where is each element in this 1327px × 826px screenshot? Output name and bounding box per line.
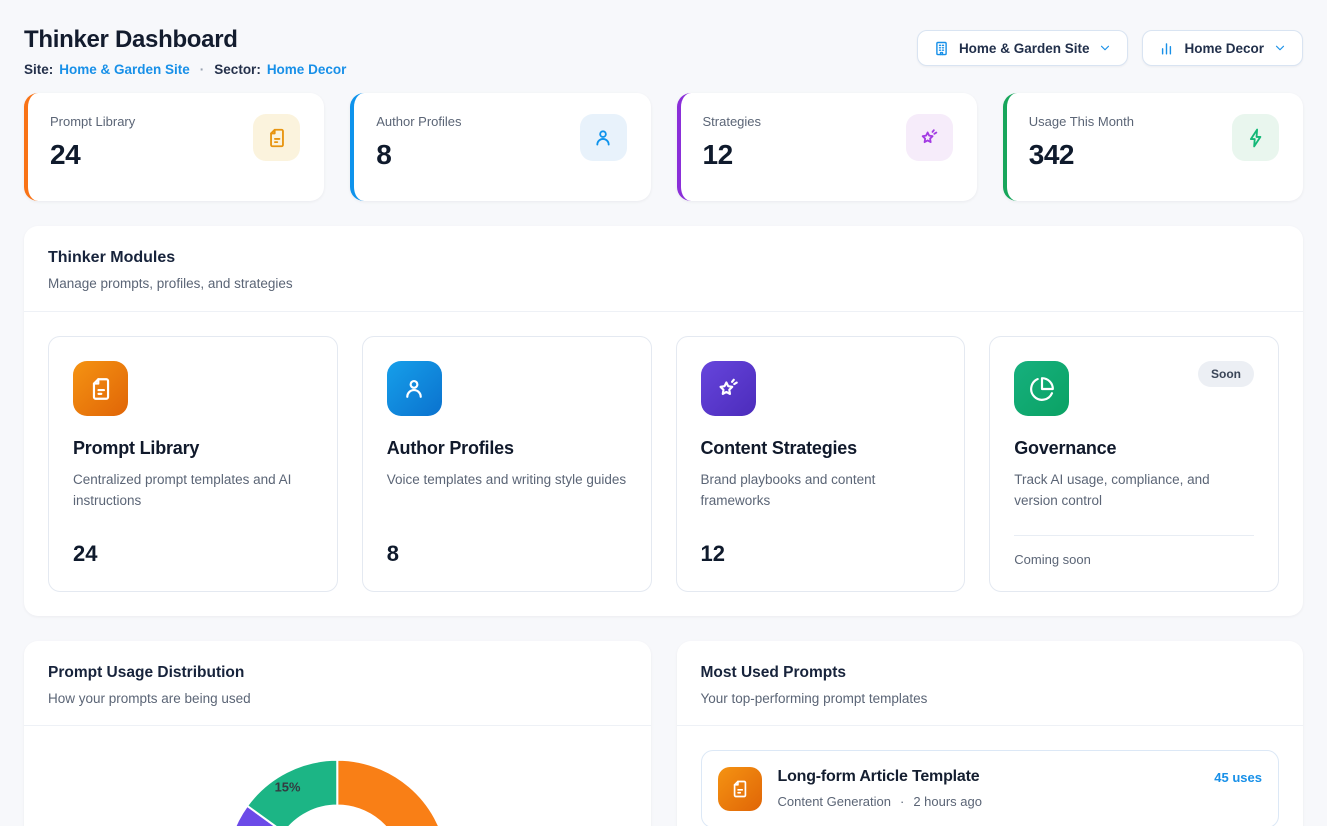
stat-value: 342 bbox=[1029, 139, 1134, 171]
card-subtitle: Your top-performing prompt templates bbox=[701, 691, 1280, 706]
module-count: 8 bbox=[387, 541, 627, 567]
stat-text: Usage This Month 342 bbox=[1029, 114, 1134, 177]
stats-row: Prompt Library 24 Author Profiles 8 Stra… bbox=[24, 93, 1303, 201]
soon-badge: Soon bbox=[1198, 361, 1254, 387]
stat-text: Author Profiles 8 bbox=[376, 114, 461, 177]
stat-card-strategies: Strategies 12 bbox=[677, 93, 977, 201]
building-icon bbox=[933, 40, 950, 57]
breadcrumb: Site: Home & Garden Site · Sector: Home … bbox=[24, 62, 346, 77]
bar-chart-icon bbox=[1158, 40, 1175, 57]
header-left: Thinker Dashboard Site: Home & Garden Si… bbox=[24, 26, 346, 77]
pie-chart-icon bbox=[1014, 361, 1069, 416]
card-title: Most Used Prompts bbox=[701, 664, 1280, 682]
sector-selector-label: Home Decor bbox=[1184, 41, 1264, 56]
sector-label: Sector: bbox=[214, 62, 261, 77]
divider bbox=[1014, 535, 1254, 536]
stat-value: 8 bbox=[376, 139, 461, 171]
module-count: 12 bbox=[701, 541, 941, 567]
module-card-author-profiles[interactable]: Author Profiles Voice templates and writ… bbox=[362, 336, 652, 592]
thinker-modules-panel: Thinker Modules Manage prompts, profiles… bbox=[24, 226, 1303, 616]
modules-grid: Prompt Library Centralized prompt templa… bbox=[48, 336, 1279, 592]
star-sparkle-icon bbox=[701, 361, 756, 416]
document-icon bbox=[253, 114, 300, 161]
coming-soon-text: Coming soon bbox=[1014, 552, 1254, 567]
module-card-prompt-library[interactable]: Prompt Library Centralized prompt templa… bbox=[48, 336, 338, 592]
document-icon bbox=[73, 361, 128, 416]
panel-header: Thinker Modules Manage prompts, profiles… bbox=[24, 226, 1303, 311]
chevron-down-icon bbox=[1098, 41, 1112, 55]
bottom-row: Prompt Usage Distribution How your promp… bbox=[24, 641, 1303, 826]
module-description: Centralized prompt templates and AI inst… bbox=[73, 470, 313, 512]
module-description: Brand playbooks and content frameworks bbox=[701, 470, 941, 512]
module-card-governance[interactable]: Soon Governance Track AI usage, complian… bbox=[989, 336, 1279, 592]
usage-distribution-card: Prompt Usage Distribution How your promp… bbox=[24, 641, 651, 826]
lightning-icon bbox=[1232, 114, 1279, 161]
module-title: Prompt Library bbox=[73, 438, 313, 459]
site-selector-button[interactable]: Home & Garden Site bbox=[917, 30, 1129, 66]
panel-subtitle: Manage prompts, profiles, and strategies bbox=[48, 276, 1279, 291]
prompt-time: 2 hours ago bbox=[913, 794, 982, 809]
user-icon bbox=[387, 361, 442, 416]
stat-card-usage: Usage This Month 342 bbox=[1003, 93, 1303, 201]
chevron-down-icon bbox=[1273, 41, 1287, 55]
stat-value: 12 bbox=[703, 139, 762, 171]
page-title: Thinker Dashboard bbox=[24, 26, 346, 54]
dashboard-page: Thinker Dashboard Site: Home & Garden Si… bbox=[0, 0, 1327, 826]
prompt-title: Long-form Article Template bbox=[778, 768, 1199, 786]
separator-dot: · bbox=[900, 794, 904, 809]
sector-selector-button[interactable]: Home Decor bbox=[1142, 30, 1303, 66]
donut-segment-label: 15% bbox=[275, 780, 301, 795]
module-title: Author Profiles bbox=[387, 438, 627, 459]
document-icon bbox=[718, 767, 762, 811]
donut-segment-orange[interactable] bbox=[337, 760, 448, 826]
prompt-info: Long-form Article Template Content Gener… bbox=[778, 767, 1199, 809]
header-selectors: Home & Garden Site Home Decor bbox=[917, 30, 1303, 66]
stat-text: Prompt Library 24 bbox=[50, 114, 135, 177]
sector-link[interactable]: Home Decor bbox=[267, 62, 347, 77]
prompt-meta: Content Generation · 2 hours ago bbox=[778, 794, 1199, 809]
donut-chart: 15% bbox=[24, 726, 651, 826]
stat-label: Author Profiles bbox=[376, 114, 461, 129]
stat-value: 24 bbox=[50, 139, 135, 171]
prompt-uses-count: 45 uses bbox=[1214, 767, 1262, 785]
stat-label: Prompt Library bbox=[50, 114, 135, 129]
card-header: Most Used Prompts Your top-performing pr… bbox=[677, 641, 1304, 725]
site-link[interactable]: Home & Garden Site bbox=[59, 62, 190, 77]
star-sparkle-icon bbox=[906, 114, 953, 161]
separator-dot: · bbox=[200, 62, 205, 77]
module-description: Track AI usage, compliance, and version … bbox=[1014, 470, 1254, 512]
module-card-content-strategies[interactable]: Content Strategies Brand playbooks and c… bbox=[676, 336, 966, 592]
prompt-list: Long-form Article Template Content Gener… bbox=[677, 726, 1304, 826]
panel-body: Prompt Library Centralized prompt templa… bbox=[24, 312, 1303, 616]
site-label: Site: bbox=[24, 62, 53, 77]
card-header: Prompt Usage Distribution How your promp… bbox=[24, 641, 651, 725]
user-icon bbox=[580, 114, 627, 161]
most-used-prompts-card: Most Used Prompts Your top-performing pr… bbox=[677, 641, 1304, 826]
card-title: Prompt Usage Distribution bbox=[48, 664, 627, 682]
stat-card-prompt-library: Prompt Library 24 bbox=[24, 93, 324, 201]
prompt-list-item[interactable]: Long-form Article Template Content Gener… bbox=[701, 750, 1280, 826]
card-subtitle: How your prompts are being used bbox=[48, 691, 627, 706]
stat-text: Strategies 12 bbox=[703, 114, 762, 177]
stat-label: Usage This Month bbox=[1029, 114, 1134, 129]
site-selector-label: Home & Garden Site bbox=[959, 41, 1090, 56]
module-description: Voice templates and writing style guides bbox=[387, 470, 627, 491]
panel-title: Thinker Modules bbox=[48, 249, 1279, 267]
stat-card-author-profiles: Author Profiles 8 bbox=[350, 93, 650, 201]
module-title: Content Strategies bbox=[701, 438, 941, 459]
module-title: Governance bbox=[1014, 438, 1254, 459]
page-header: Thinker Dashboard Site: Home & Garden Si… bbox=[24, 26, 1303, 77]
module-count: 24 bbox=[73, 541, 313, 567]
prompt-category: Content Generation bbox=[778, 794, 891, 809]
stat-label: Strategies bbox=[703, 114, 762, 129]
